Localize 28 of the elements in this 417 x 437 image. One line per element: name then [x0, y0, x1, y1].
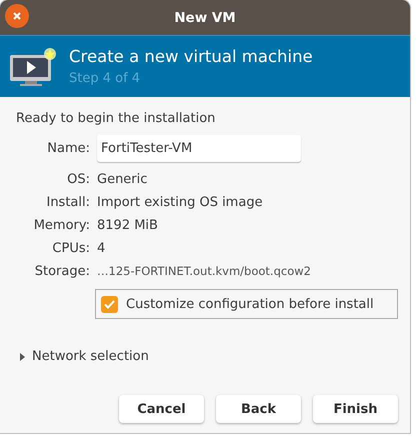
section-heading: Ready to begin the installation — [16, 111, 216, 126]
dialog-button[interactable]: Cancel — [119, 395, 204, 423]
field-value: 8192 MiB — [97, 218, 158, 233]
field-label: Name: — [46, 141, 90, 156]
step-indicator: Step 4 of 4 — [69, 71, 142, 86]
dialog-button[interactable]: Back — [216, 395, 301, 423]
monitor-play-star-icon — [9, 46, 57, 86]
field-value: Import existing OS image — [97, 195, 263, 210]
page-title: Create a new virtual machine — [69, 47, 313, 66]
field-value: 4 — [97, 241, 106, 256]
customize-checkbox[interactable]: Customize configuration before install — [95, 289, 398, 319]
window-title: New VM — [174, 10, 236, 26]
field-label: Install: — [45, 195, 90, 210]
checkbox-label: Customize configuration before install — [126, 296, 374, 312]
field-label: Storage: — [34, 264, 90, 279]
close-icon — [12, 11, 22, 21]
dialog-button[interactable]: Finish — [313, 395, 398, 423]
network-expander[interactable]: Network selection — [20, 349, 149, 364]
field-value: Generic — [97, 172, 148, 187]
checkbox[interactable] — [101, 296, 118, 312]
field-label: OS: — [66, 172, 90, 187]
name-field[interactable]: FortiTester-VM — [97, 135, 301, 162]
field-label: Memory: — [32, 218, 90, 233]
field-label: CPUs: — [51, 241, 90, 256]
field-value: …125-FORTINET.out.kvm/boot.qcow2 — [97, 264, 311, 278]
checkmark-icon — [104, 300, 115, 308]
close-button[interactable] — [5, 4, 29, 28]
expander-arrow-icon — [20, 352, 26, 360]
